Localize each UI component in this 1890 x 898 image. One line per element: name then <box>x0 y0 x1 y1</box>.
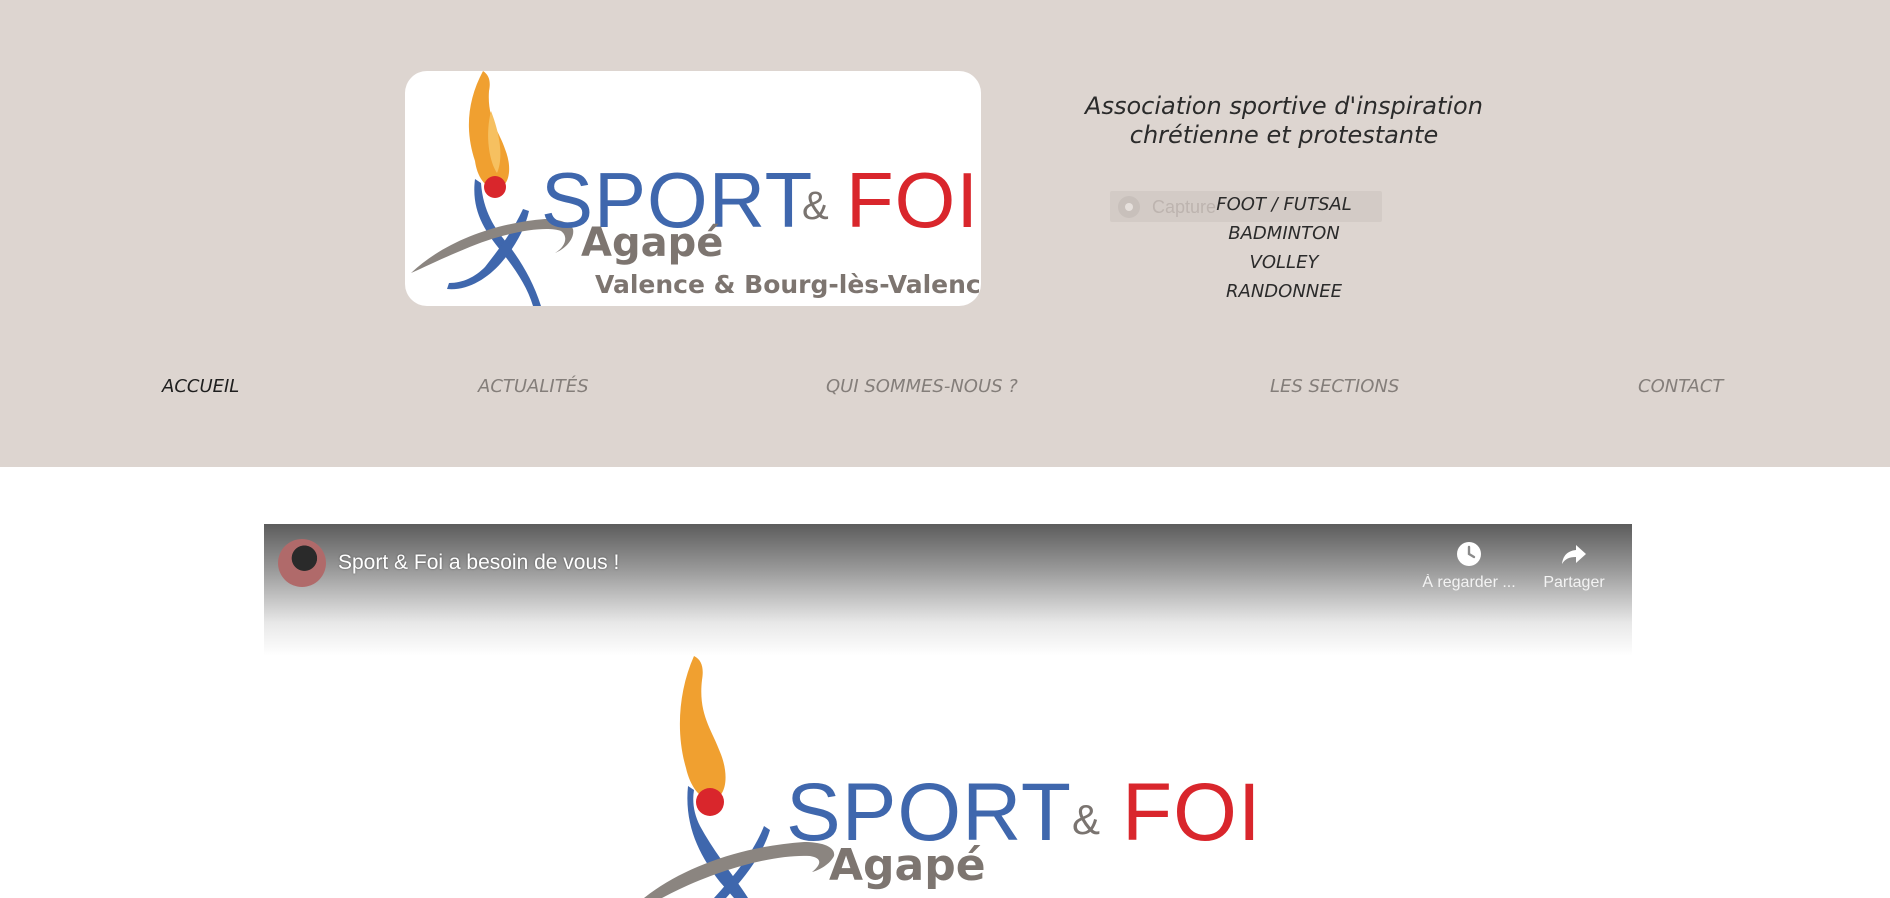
section-item: FOOT / FUTSAL <box>1216 194 1352 215</box>
nav-item-accueil[interactable]: ACCUEIL <box>162 376 239 397</box>
share-button[interactable]: Partager <box>1524 540 1624 592</box>
nav-item-contact[interactable]: CONTACT <box>1638 376 1723 397</box>
embedded-video-player[interactable]: Sport & Foi a besoin de vous ! À regarde… <box>264 524 1632 898</box>
share-arrow-icon <box>1562 545 1586 564</box>
logo-word-amp: & <box>802 184 829 228</box>
logo-word-foi: FOI <box>846 156 979 244</box>
main-nav: ACCUEIL ACTUALITÉS QUI SOMMES-NOUS ? LES… <box>0 376 1890 416</box>
clock-icon <box>1457 542 1481 566</box>
section-item: RANDONNEE <box>1226 281 1342 302</box>
section-item: BADMINTON <box>1228 223 1340 244</box>
video-frame-logo: SPORT & FOI Agapé <box>264 656 1632 898</box>
nav-item-actualites[interactable]: ACTUALITÉS <box>478 376 589 397</box>
share-label: Partager <box>1543 574 1605 591</box>
channel-avatar[interactable] <box>278 539 326 587</box>
tagline-line-1: Association sportive d'inspiration <box>1085 92 1483 120</box>
sports-sections-list: FOOT / FUTSAL BADMINTON VOLLEY RANDONNEE <box>1150 190 1418 306</box>
nav-item-les-sections[interactable]: LES SECTIONS <box>1270 376 1399 397</box>
nav-item-qui-sommes-nous[interactable]: QUI SOMMES-NOUS ? <box>826 376 1018 397</box>
logo-city: Valence & Bourg-lès-Valence <box>595 270 981 299</box>
record-icon <box>1118 196 1140 218</box>
video-title[interactable]: Sport & Foi a besoin de vous ! <box>338 551 619 575</box>
section-item: VOLLEY <box>1249 252 1319 273</box>
video-logo-word-foi: FOI <box>1122 767 1262 858</box>
site-header: SPORT & FOI Agapé Valence & Bourg-lès-Va… <box>0 0 1890 467</box>
association-tagline: Association sportive d'inspiration chrét… <box>1050 92 1518 150</box>
logo-word-agape: Agapé <box>581 220 724 266</box>
tagline-line-2: chrétienne et protestante <box>1129 121 1439 149</box>
watch-later-button[interactable]: À regarder ... <box>1419 540 1519 592</box>
watch-later-label: À regarder ... <box>1422 574 1516 591</box>
video-logo-word-amp: & <box>1072 796 1101 843</box>
video-logo-word-agape: Agapé <box>829 840 986 891</box>
site-logo[interactable]: SPORT & FOI Agapé Valence & Bourg-lès-Va… <box>405 71 981 306</box>
